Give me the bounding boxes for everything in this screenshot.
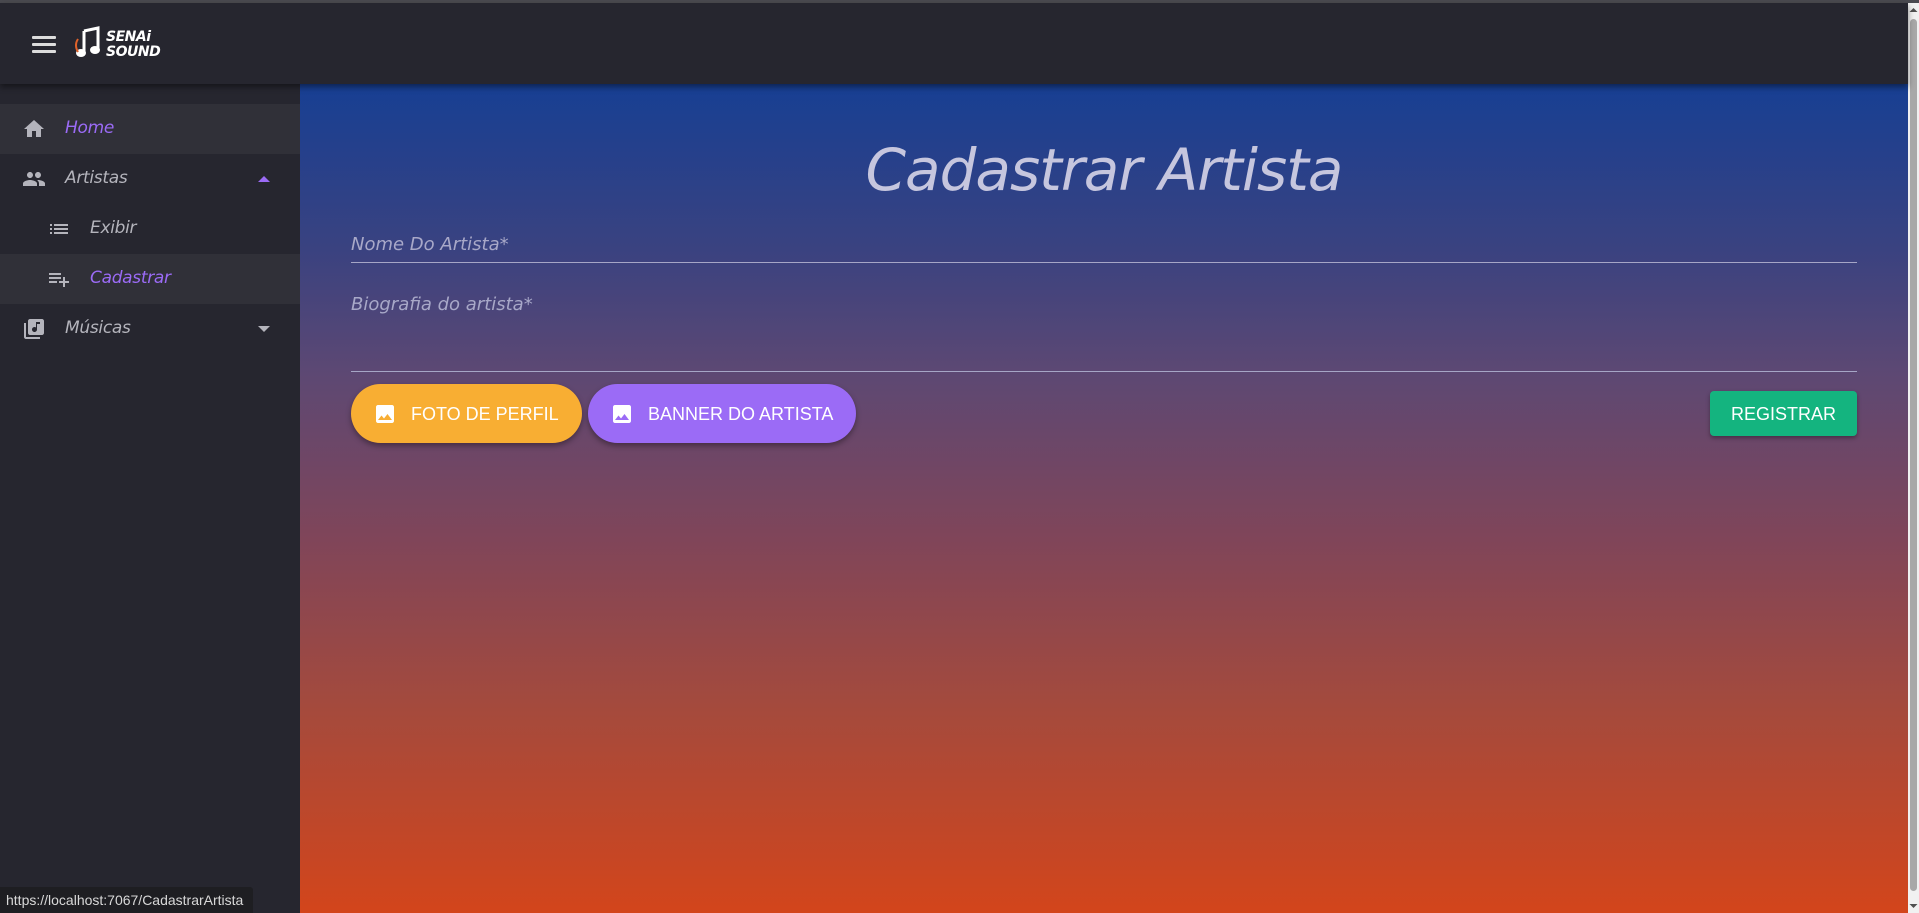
artist-bio-placeholder: Biografia do artista* [351,294,533,315]
main-content: Cadastrar Artista Nome Do Artista* Biogr… [300,84,1908,913]
artist-name-placeholder: Nome Do Artista* [351,234,509,255]
image-icon [376,405,394,423]
sidebar-item-exibir[interactable]: Exibir [0,204,300,254]
home-icon [24,120,44,137]
scroll-up-icon[interactable] [1909,5,1918,15]
chevron-down-icon [258,326,270,332]
people-icon [23,172,45,186]
sidebar: Home Artistas Exibir Cadastrar Músicas [0,84,300,913]
status-bar-url: https://localhost:7067/CadastrarArtista [0,887,254,913]
menu-icon[interactable] [32,36,56,54]
artist-bio-field[interactable]: Biografia do artista* [351,294,1857,372]
scroll-down-icon[interactable] [1909,901,1918,911]
music-note-icon [75,26,100,57]
artist-banner-button-label: BANNER DO ARTISTA [648,404,834,424]
sidebar-item-artistas[interactable]: Artistas [0,154,300,204]
page-title: Cadastrar Artista [865,136,1344,204]
scrollbar[interactable] [1908,3,1919,913]
library-music-icon [24,319,44,339]
list-icon [50,224,68,234]
app-bar: SENAi SOUND [0,3,1908,84]
sidebar-item-label: Exibir [90,218,137,238]
image-icon [613,405,631,423]
sidebar-item-label: Cadastrar [90,268,171,288]
profile-photo-button-label: FOTO DE PERFIL [411,404,559,424]
logo-text: SENAi SOUND [106,29,161,60]
profile-photo-button[interactable]: FOTO DE PERFIL [351,384,582,443]
register-button-label: REGISTRAR [1730,404,1836,424]
artist-name-field[interactable]: Nome Do Artista* [351,234,1857,263]
artist-banner-button[interactable]: BANNER DO ARTISTA [588,384,856,443]
scrollbar-thumb[interactable] [1910,19,1917,891]
chevron-up-icon [258,176,270,182]
sidebar-item-cadastrar[interactable]: Cadastrar [0,254,300,304]
logo[interactable]: SENAi SOUND [74,25,184,65]
sidebar-item-musicas[interactable]: Músicas [0,304,300,354]
sidebar-item-label: Músicas [65,318,131,338]
sidebar-item-label: Artistas [65,168,128,188]
sidebar-item-home[interactable]: Home [0,104,300,154]
playlist-add-icon [49,273,69,287]
register-button[interactable]: REGISTRAR [1710,391,1857,436]
sidebar-item-label: Home [65,118,115,138]
